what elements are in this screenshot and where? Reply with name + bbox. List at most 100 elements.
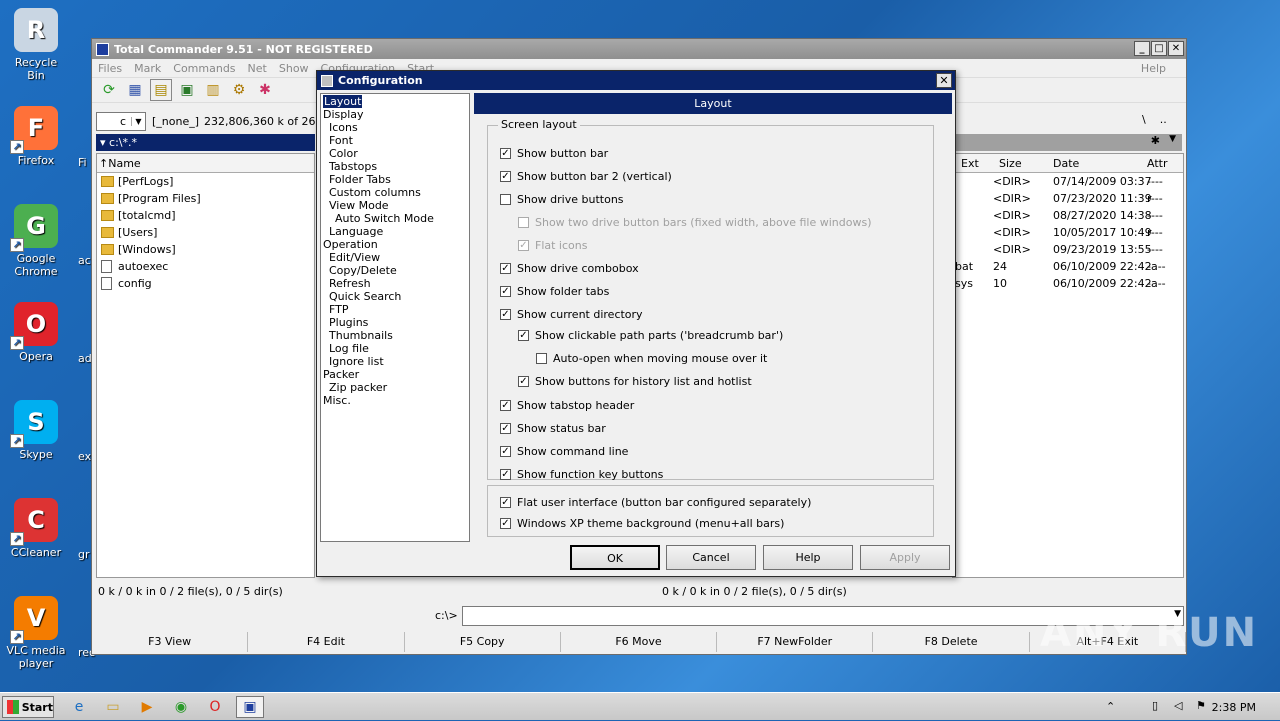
left-file-panel[interactable]: ↑ Name [PerfLogs] [Program Files] [totalcm… <box>96 153 315 578</box>
checkbox-box[interactable]: ✓ <box>500 518 511 529</box>
checkbox-box[interactable]: ✓ <box>500 446 511 457</box>
parent-dir-button[interactable]: .. <box>1160 113 1167 126</box>
tree-item-display[interactable]: Display <box>321 108 469 121</box>
list-item[interactable]: <DIR> 08/27/2020 14:38 ---- <box>953 207 1183 224</box>
chrome-icon[interactable]: ◉ <box>170 696 192 718</box>
brief-view-icon[interactable]: ▦ <box>124 79 146 101</box>
checkbox-box[interactable]: ✓ <box>518 330 529 341</box>
checkbox-box[interactable]: ✓ <box>500 469 511 480</box>
list-item[interactable]: config <box>97 275 314 292</box>
fkey-button[interactable]: F5 Copy <box>405 632 561 652</box>
tree-item-folder-tabs[interactable]: Folder Tabs <box>321 173 469 186</box>
ui-checkbox-0[interactable]: ✓ Flat user interface (button bar configu… <box>500 496 811 509</box>
desktop-icon[interactable]: F ↗ Firefox <box>6 106 66 167</box>
checkbox-12[interactable]: ✓ Show status bar <box>500 422 606 435</box>
ok-button[interactable]: OK <box>570 545 660 570</box>
column-header-size[interactable]: Size <box>999 157 1022 170</box>
list-item[interactable]: [Program Files] <box>97 190 314 207</box>
dialog-titlebar[interactable]: Configuration <box>317 71 955 90</box>
checkbox-3[interactable]: Show two drive button bars (fixed width,… <box>518 216 871 229</box>
start-button[interactable]: Start <box>2 696 54 718</box>
checkbox-5[interactable]: ✓ Show drive combobox <box>500 262 639 275</box>
fkey-button[interactable]: F6 Move <box>561 632 718 652</box>
list-item[interactable]: [totalcmd] <box>97 207 314 224</box>
tree-item-log-file[interactable]: Log file <box>321 342 469 355</box>
fkey-button[interactable]: F4 Edit <box>248 632 405 652</box>
list-item[interactable]: autoexec <box>97 258 314 275</box>
maximize-button[interactable]: □ <box>1151 41 1167 56</box>
media-player-icon[interactable]: ▶ <box>136 696 158 718</box>
unpack-icon[interactable]: ✱ <box>254 79 276 101</box>
apply-button[interactable]: Apply <box>860 545 950 570</box>
volume-icon[interactable]: ◁ <box>1174 699 1182 712</box>
list-item[interactable]: [Windows] <box>97 241 314 258</box>
full-view-icon[interactable]: ▤ <box>150 79 172 101</box>
column-header-date[interactable]: Date <box>1053 157 1079 170</box>
checkbox-10[interactable]: ✓ Show buttons for history list and hotli… <box>518 375 752 388</box>
tree-item-edit-view[interactable]: Edit/View <box>321 251 469 264</box>
desktop-icon[interactable]: G ↗ Google Chrome <box>6 204 66 278</box>
desktop-icon[interactable]: O ↗ Opera <box>6 302 66 363</box>
pack-icon[interactable]: ⚙ <box>228 79 250 101</box>
checkbox-box[interactable]: ✓ <box>500 497 511 508</box>
tree-item-ftp[interactable]: FTP <box>321 303 469 316</box>
checkbox-7[interactable]: ✓ Show current directory <box>500 308 643 321</box>
desktop-icon[interactable]: C ↗ CCleaner <box>6 498 66 559</box>
thumbnails-icon[interactable]: ▣ <box>176 79 198 101</box>
checkbox-box[interactable]: ✓ <box>500 423 511 434</box>
menu-mark[interactable]: Mark <box>134 62 161 75</box>
checkbox-0[interactable]: ✓ Show button bar <box>500 147 608 160</box>
desktop-icon[interactable]: R Recycle Bin <box>6 8 66 82</box>
checkbox-8[interactable]: ✓ Show clickable path parts ('breadcrumb … <box>518 329 783 342</box>
tree-item-operation[interactable]: Operation <box>321 238 469 251</box>
tree-item-misc-[interactable]: Misc. <box>321 394 469 407</box>
tree-item-language[interactable]: Language <box>321 225 469 238</box>
checkbox-11[interactable]: ✓ Show tabstop header <box>500 399 634 412</box>
tree-item-thumbnails[interactable]: Thumbnails <box>321 329 469 342</box>
tree-item-packer[interactable]: Packer <box>321 368 469 381</box>
list-item[interactable]: bat 24 06/10/2009 22:42 -a-- <box>953 258 1183 275</box>
checkbox-6[interactable]: ✓ Show folder tabs <box>500 285 609 298</box>
tree-item-refresh[interactable]: Refresh <box>321 277 469 290</box>
dialog-close-button[interactable]: ✕ <box>936 73 952 88</box>
flag-icon[interactable]: ⚑ <box>1196 699 1206 712</box>
list-item[interactable]: [PerfLogs] <box>97 173 314 190</box>
left-current-directory[interactable]: ▾ c:\*.* <box>96 134 315 151</box>
menu-net[interactable]: Net <box>248 62 267 75</box>
menu-commands[interactable]: Commands <box>173 62 235 75</box>
tree-item-zip-packer[interactable]: Zip packer <box>321 381 469 394</box>
network-icon[interactable]: ▯ <box>1152 699 1158 712</box>
tree-item-view-mode[interactable]: View Mode <box>321 199 469 212</box>
checkbox-box[interactable] <box>500 194 511 205</box>
checkbox-box[interactable]: ✓ <box>500 309 511 320</box>
checkbox-9[interactable]: Auto-open when moving mouse over it <box>536 352 767 365</box>
tray-up-icon[interactable]: ⌃ <box>1106 700 1115 713</box>
explorer-icon[interactable]: ▭ <box>102 696 124 718</box>
fkey-button[interactable]: F7 NewFolder <box>717 632 874 652</box>
tree-item-font[interactable]: Font <box>321 134 469 147</box>
checkbox-13[interactable]: ✓ Show command line <box>500 445 628 458</box>
tree-item-auto-switch-mode[interactable]: Auto Switch Mode <box>321 212 469 225</box>
tree-item-tabstops[interactable]: Tabstops <box>321 160 469 173</box>
list-item[interactable]: [Users] <box>97 224 314 241</box>
checkbox-box[interactable]: ✓ <box>500 400 511 411</box>
tree-item-custom-columns[interactable]: Custom columns <box>321 186 469 199</box>
tree-item-layout[interactable]: Layout <box>321 95 469 108</box>
desktop-icon[interactable]: S ↗ Skype <box>6 400 66 461</box>
right-file-panel[interactable]: Ext Size Date Attr <DIR> 07/14/2009 03:37… <box>952 153 1184 578</box>
total-commander-task-icon[interactable]: ▣ <box>236 696 264 718</box>
root-button[interactable]: \ <box>1142 113 1146 126</box>
checkbox-box[interactable] <box>518 217 529 228</box>
list-item[interactable]: <DIR> 10/05/2017 10:49 r--- <box>953 224 1183 241</box>
column-header-ext[interactable]: Ext <box>961 157 979 170</box>
menu-files[interactable]: Files <box>98 62 122 75</box>
close-button[interactable]: ✕ <box>1168 41 1184 56</box>
list-item[interactable]: <DIR> 09/23/2019 13:55 ---- <box>953 241 1183 258</box>
column-header-attr[interactable]: Attr <box>1147 157 1167 170</box>
drive-combobox[interactable]: c ▼ <box>96 111 146 131</box>
tree-item-ignore-list[interactable]: Ignore list <box>321 355 469 368</box>
tree-icon[interactable]: ▥ <box>202 79 224 101</box>
checkbox-box[interactable]: ✓ <box>500 286 511 297</box>
opera-icon[interactable]: O <box>204 696 226 718</box>
checkbox-14[interactable]: ✓ Show function key buttons <box>500 468 663 481</box>
